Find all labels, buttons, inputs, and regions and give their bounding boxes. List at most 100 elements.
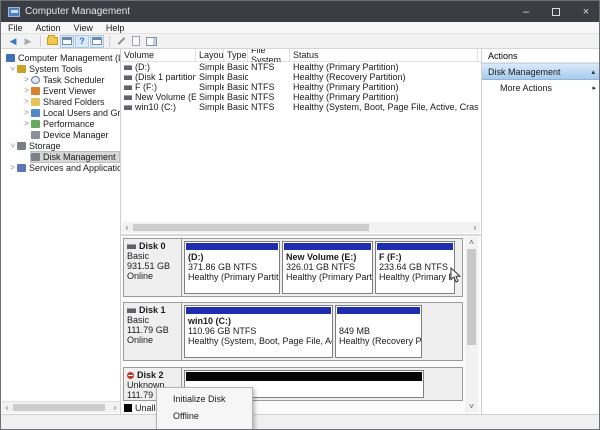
scroll-left-icon[interactable]: ‹ (2, 403, 12, 412)
help-button[interactable]: ? (75, 35, 89, 48)
disk-management-icon (31, 153, 40, 161)
partition-new-volume-e[interactable]: New Volume (E:) 326.01 GB NTFS Healthy (… (282, 241, 373, 294)
actions-disk-management[interactable]: Disk Management ▴ (482, 63, 600, 80)
scroll-right-icon[interactable]: › (110, 403, 120, 412)
maximize-button[interactable] (541, 1, 571, 22)
menu-help[interactable]: Help (106, 23, 125, 33)
disk-0-label[interactable]: Disk 0 Basic 931.51 GB Online (124, 239, 182, 296)
tree-item-shared-folders[interactable]: > Shared Folders (2, 96, 120, 107)
computer-icon (6, 54, 15, 62)
tree-item-local-users-groups[interactable]: > Local Users and Groups (2, 107, 120, 118)
column-header-type[interactable]: Type (224, 49, 248, 62)
chevron-collapsed-icon[interactable]: > (22, 86, 31, 95)
chevron-collapsed-icon[interactable]: > (22, 75, 31, 84)
scroll-down-icon[interactable]: ˅ (465, 402, 478, 411)
volume-row-win10-c[interactable]: win10 (C:) Simple Basic NTFS Healthy (Sy… (121, 102, 481, 112)
partition-d[interactable]: (D:) 371.86 GB NTFS Healthy (Primary Par… (184, 241, 280, 294)
menu-item-properties[interactable]: Properties (157, 425, 252, 430)
partition-f[interactable]: F (F:) 233.64 GB NTFS Healthy (Primary P… (375, 241, 455, 294)
chevron-expanded-icon[interactable]: > (8, 141, 17, 150)
action-pane-icon (92, 37, 102, 45)
disk-icon (127, 244, 136, 249)
users-icon (31, 109, 40, 117)
tree-scrollbar-thumb[interactable] (13, 404, 105, 411)
close-button[interactable]: × (571, 1, 600, 22)
event-viewer-icon (31, 87, 40, 95)
disk-1-label[interactable]: Disk 1 Basic 111.79 GB Online (124, 303, 182, 360)
disk-scrollbar-thumb[interactable] (467, 249, 476, 345)
help-icon: ? (79, 36, 85, 46)
wand-button[interactable] (114, 35, 128, 48)
menu-view[interactable]: View (74, 23, 93, 33)
toolbar-separator (109, 36, 110, 47)
column-header-volume[interactable]: Volume (121, 49, 196, 62)
tree-item-services-applications[interactable]: > Services and Applications (2, 162, 120, 173)
primary-partition-bar (377, 243, 453, 250)
volume-row-new-volume-e[interactable]: New Volume (E:) Simple Basic NTFS Health… (121, 92, 481, 102)
actions-more-actions[interactable]: More Actions ▸ (482, 80, 600, 96)
partition-win10-c[interactable]: win10 (C:) 110.96 GB NTFS Healthy (Syste… (184, 305, 333, 358)
scroll-right-icon[interactable]: › (470, 223, 480, 232)
chevron-collapsed-icon[interactable]: > (22, 108, 31, 117)
export-list-button[interactable] (45, 35, 59, 48)
volume-icon (124, 95, 132, 100)
menu-item-offline[interactable]: Offline (157, 408, 252, 425)
wand-icon (117, 37, 125, 45)
chevron-collapsed-icon[interactable]: > (22, 119, 31, 128)
panel-icon (146, 37, 157, 46)
tree-item-computer-management[interactable]: Computer Management (Local (2, 52, 120, 63)
volume-scrollbar-thumb[interactable] (133, 224, 369, 231)
volume-list-header: Volume Layout Type File System Status (121, 49, 481, 62)
tree-item-device-manager[interactable]: Device Manager (2, 129, 120, 140)
menu-action[interactable]: Action (36, 23, 61, 33)
menu-item-initialize-disk[interactable]: Initialize Disk (157, 391, 252, 408)
minimize-button[interactable]: – (511, 1, 541, 22)
volume-row-d[interactable]: (D:) Simple Basic NTFS Healthy (Primary … (121, 62, 481, 72)
disk-1-row: Disk 1 Basic 111.79 GB Online win10 (C:)… (123, 302, 463, 361)
document-icon (132, 36, 140, 46)
volume-horizontal-scrollbar[interactable]: ‹ › (122, 222, 480, 233)
performance-icon (31, 120, 40, 128)
forward-button[interactable]: ▶ (21, 35, 35, 48)
scroll-left-icon[interactable]: ‹ (122, 223, 132, 232)
column-header-layout[interactable]: Layout (196, 49, 224, 62)
tree-item-storage[interactable]: > Storage (2, 140, 120, 151)
shared-folders-icon (31, 98, 40, 106)
column-header-file-system[interactable]: File System (248, 49, 290, 62)
tree-item-system-tools[interactable]: > System Tools (2, 63, 120, 74)
mouse-cursor (450, 267, 461, 288)
action-pane-toggle[interactable] (90, 35, 104, 48)
submenu-right-icon[interactable]: ▸ (592, 84, 596, 92)
refresh-doc-button[interactable] (129, 35, 143, 48)
back-button[interactable]: ◀ (6, 35, 20, 48)
storage-icon (17, 142, 26, 150)
tree-item-disk-management[interactable]: Disk Management (2, 151, 120, 162)
disk-vertical-scrollbar[interactable]: ˄ ˅ (465, 237, 478, 412)
primary-partition-bar (186, 243, 278, 250)
tree-item-event-viewer[interactable]: > Event Viewer (2, 85, 120, 96)
scroll-up-icon[interactable]: ˄ (465, 238, 478, 247)
maximize-icon (552, 8, 560, 16)
volume-list: Volume Layout Type File System Status (D… (121, 49, 481, 234)
volume-row-disk1-partition2[interactable]: (Disk 1 partition 2) Simple Basic Health… (121, 72, 481, 82)
chevron-expanded-icon[interactable]: > (8, 64, 17, 73)
device-manager-icon (31, 131, 40, 139)
volume-icon (124, 105, 132, 110)
volume-row-f[interactable]: F (F:) Simple Basic NTFS Healthy (Primar… (121, 82, 481, 92)
menu-bar: File Action View Help (1, 22, 600, 33)
panel-view-button[interactable] (144, 35, 158, 48)
chevron-collapsed-icon[interactable]: > (8, 163, 17, 172)
console-tree-toggle[interactable] (60, 35, 74, 48)
partition-recovery[interactable]: 849 MB Healthy (Recovery Partiti (335, 305, 422, 358)
column-header-status[interactable]: Status (290, 49, 478, 62)
tree-item-task-scheduler[interactable]: > Task Scheduler (2, 74, 120, 85)
menu-file[interactable]: File (8, 23, 23, 33)
recovery-partition-bar (337, 307, 420, 314)
chevron-collapsed-icon[interactable]: > (22, 97, 31, 106)
tree-horizontal-scrollbar[interactable]: ‹ › (2, 401, 120, 413)
collapse-up-icon[interactable]: ▴ (591, 68, 595, 76)
tree-item-performance[interactable]: > Performance (2, 118, 120, 129)
primary-partition-bar (186, 307, 331, 314)
actions-pane: Actions Disk Management ▴ More Actions ▸ (482, 49, 600, 414)
toolbar-separator (40, 36, 41, 47)
